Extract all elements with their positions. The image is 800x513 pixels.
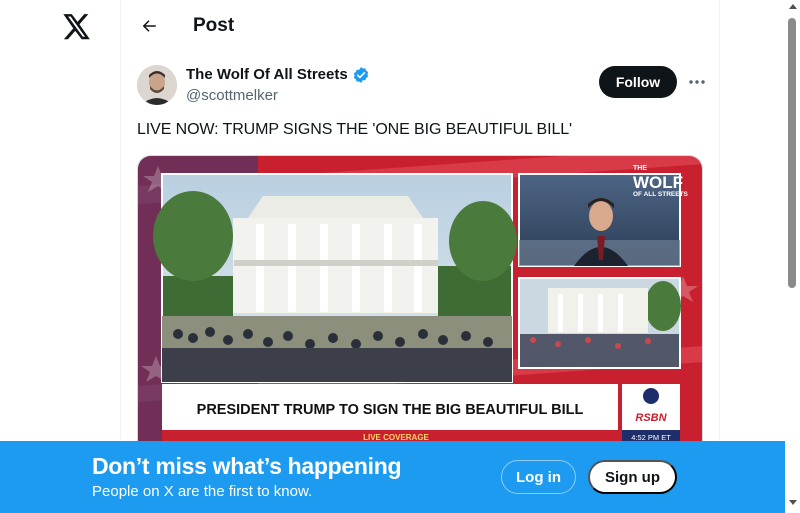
top-bar: Post xyxy=(121,0,719,53)
follow-button[interactable]: Follow xyxy=(599,66,677,98)
banner-title: Don’t miss what’s happening xyxy=(92,453,402,479)
post-text: LIVE NOW: TRUMP SIGNS THE 'ONE BIG BEAUT… xyxy=(137,121,572,138)
post-author: The Wolf Of All Streets @scottmelker Fol… xyxy=(137,64,705,106)
arrow-left-icon[interactable] xyxy=(135,12,163,40)
lower-third: PRESIDENT TRUMP TO SIGN THE BIG BEAUTIFU… xyxy=(162,384,680,444)
scroll-down-arrow-icon[interactable] xyxy=(789,500,797,505)
signup-button[interactable]: Sign up xyxy=(588,460,677,494)
login-button[interactable]: Log in xyxy=(501,460,576,494)
more-horizontal-icon[interactable] xyxy=(683,68,711,96)
main-video-frame xyxy=(153,173,517,383)
author-handle[interactable]: @scottmelker xyxy=(186,87,278,104)
x-logo-icon[interactable] xyxy=(60,10,94,44)
crowd-video-frame xyxy=(518,277,681,369)
svg-text:RSBN: RSBN xyxy=(635,412,667,424)
svg-text:WOLF: WOLF xyxy=(633,173,683,192)
svg-text:THE: THE xyxy=(633,165,647,172)
scroll-up-arrow-icon[interactable] xyxy=(789,4,797,9)
left-nav xyxy=(0,0,120,513)
signup-banner: Don’t miss what’s happening People on X … xyxy=(0,441,785,513)
page-title: Post xyxy=(193,15,235,36)
main-column: Post The Wolf Of All Streets @scottmelke… xyxy=(120,0,720,513)
author-display-name[interactable]: The Wolf Of All Streets xyxy=(186,66,348,83)
scrollbar-thumb[interactable] xyxy=(788,18,796,288)
svg-text:PRESIDENT TRUMP TO SIGN THE BI: PRESIDENT TRUMP TO SIGN THE BIG BEAUTIFU… xyxy=(197,402,584,418)
banner-subtitle: People on X are the first to know. xyxy=(92,483,313,500)
avatar[interactable] xyxy=(137,65,177,105)
verified-badge-icon xyxy=(352,66,370,84)
svg-text:OF ALL STREETS: OF ALL STREETS xyxy=(633,191,689,198)
page-scrollbar[interactable] xyxy=(785,0,800,513)
post-media[interactable]: THE WOLF OF ALL STREETS PRESIDENT TRUMP … xyxy=(137,155,703,455)
